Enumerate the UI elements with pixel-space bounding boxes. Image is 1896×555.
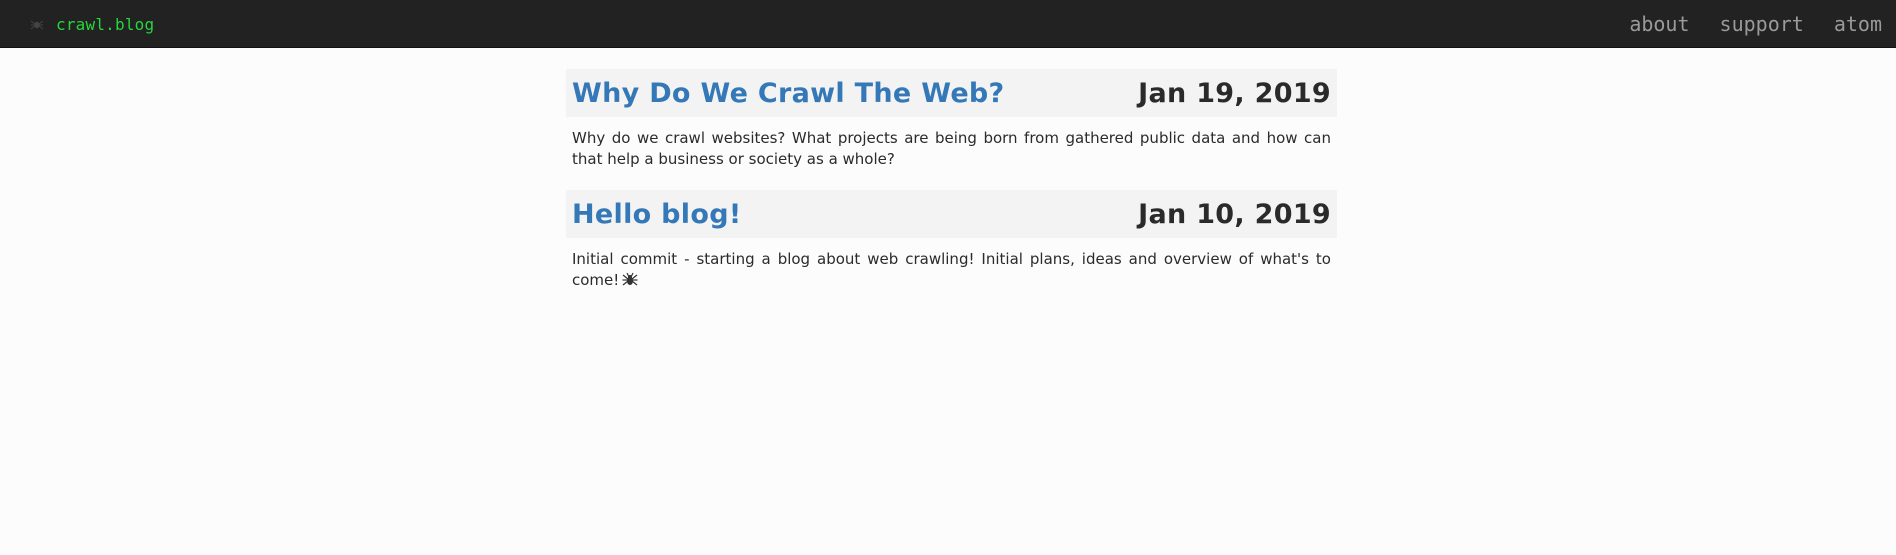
nav-link-support[interactable]: support (1720, 12, 1804, 36)
post-item: Why Do We Crawl The Web? Jan 19, 2019 Wh… (566, 69, 1337, 170)
post-header: Hello blog! Jan 10, 2019 (566, 190, 1337, 238)
brand-text: crawl.blog (56, 14, 155, 34)
post-title-link[interactable]: Why Do We Crawl The Web? (572, 78, 1005, 109)
spider-icon (622, 272, 638, 288)
spider-icon (30, 17, 44, 31)
post-list: Why Do We Crawl The Web? Jan 19, 2019 Wh… (566, 69, 1337, 311)
post-summary: Why do we crawl websites? What projects … (572, 129, 1331, 168)
nav-link-about[interactable]: about (1629, 12, 1689, 36)
post-date: Jan 19, 2019 (1138, 77, 1331, 109)
nav-link-atom[interactable]: atom (1834, 12, 1882, 36)
top-navbar: crawl.blog about support atom (0, 0, 1896, 48)
post-date: Jan 10, 2019 (1138, 198, 1331, 230)
post-item: Hello blog! Jan 10, 2019 Initial commit … (566, 190, 1337, 291)
nav-menu: about support atom (1629, 12, 1882, 36)
brand-link[interactable]: crawl.blog (30, 13, 154, 35)
post-summary-text: Initial commit - starting a blog about w… (572, 250, 1331, 289)
post-header: Why Do We Crawl The Web? Jan 19, 2019 (566, 69, 1337, 117)
post-summary: Initial commit - starting a blog about w… (566, 238, 1337, 291)
post-title-link[interactable]: Hello blog! (572, 199, 741, 230)
